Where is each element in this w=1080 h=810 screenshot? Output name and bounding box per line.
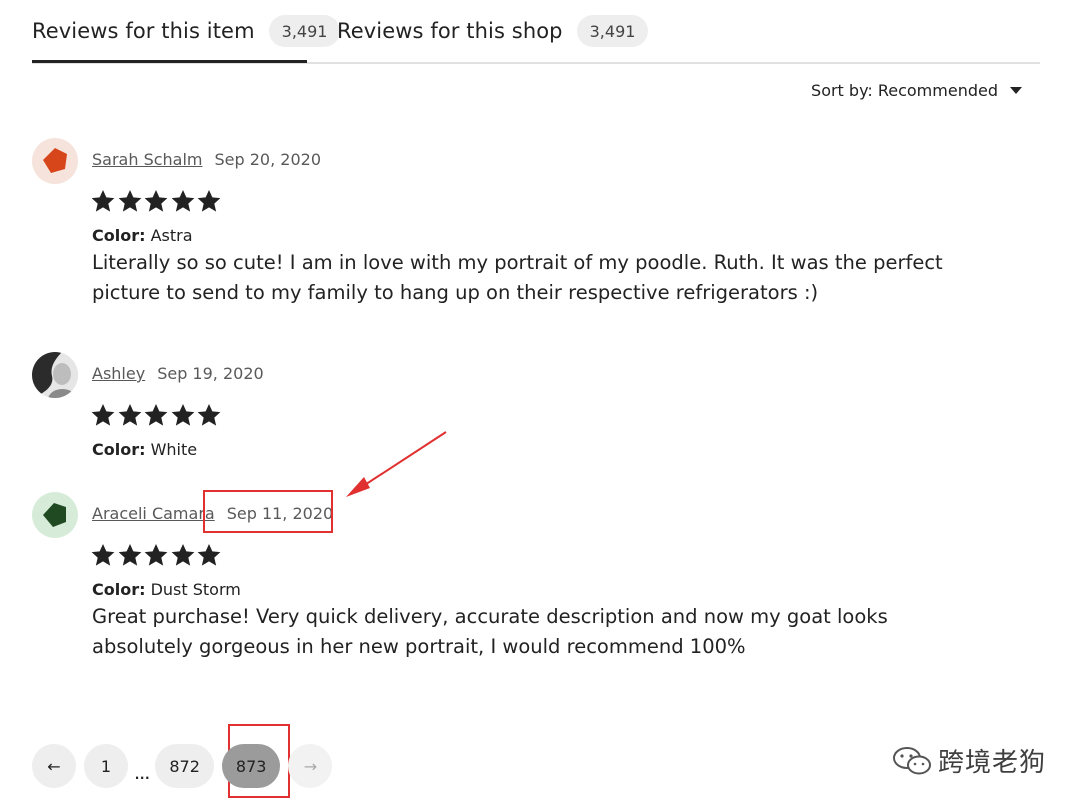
variation-color: Color: White (92, 440, 197, 459)
review-date: Sep 20, 2020 (214, 150, 322, 169)
star-rating (90, 402, 223, 428)
star-icon (91, 189, 115, 212)
color-label: Color: (92, 440, 146, 459)
review-item: Sarah Schalm Sep 20, 2020 Color: Astra L… (32, 138, 1012, 318)
user-photo-avatar-icon (32, 352, 78, 398)
page-button-872[interactable]: 872 (155, 744, 214, 788)
review-header: Ashley Sep 19, 2020 (92, 364, 264, 383)
color-value: Astra (150, 226, 193, 245)
next-page-button[interactable]: → (288, 744, 333, 788)
star-icon (144, 543, 168, 566)
tab-label: Reviews for this item (32, 19, 255, 43)
star-icon (171, 189, 194, 212)
tab-reviews-for-item[interactable]: Reviews for this item 3,491 (32, 14, 341, 48)
review-text: Literally so so cute! I am in love with … (92, 251, 943, 304)
avatar[interactable] (32, 352, 78, 398)
review-text: Great purchase! Very quick delivery, acc… (92, 605, 888, 658)
reviewer-name-link[interactable]: Sarah Schalm (92, 150, 203, 169)
sort-dropdown[interactable]: Sort by: Recommended (811, 78, 1022, 102)
star-icon (118, 189, 141, 212)
tab-label: Reviews for this shop (337, 19, 563, 43)
reviewer-name-link[interactable]: Ashley (92, 364, 145, 383)
star-icon (197, 543, 221, 566)
star-icon (197, 403, 221, 426)
pagination: ← 1 ... 872 873 → (32, 744, 340, 788)
star-icon (118, 403, 141, 426)
star-icon (144, 189, 168, 212)
star-icon (171, 403, 194, 426)
star-rating (90, 542, 223, 568)
color-label: Color: (92, 226, 146, 245)
review-count-badge: 3,491 (268, 15, 341, 47)
watermark-text: 跨境老狗 (938, 748, 1047, 778)
review-item: Araceli Camara Sep 11, 2020 Color: Dust … (32, 492, 1012, 672)
tab-reviews-for-shop[interactable]: Reviews for this shop 3,491 (337, 14, 649, 48)
highlight-box-date (203, 490, 333, 533)
caret-down-icon (1010, 86, 1022, 94)
pentagon-avatar-icon (43, 148, 67, 173)
review-date: Sep 19, 2020 (157, 364, 264, 383)
avatar[interactable] (32, 492, 78, 538)
color-value: Dust Storm (150, 580, 241, 599)
review-header: Sarah Schalm Sep 20, 2020 (92, 150, 321, 169)
pentagon-avatar-icon (43, 503, 66, 527)
avatar[interactable] (32, 138, 78, 184)
star-icon (118, 543, 141, 566)
star-icon (91, 543, 115, 566)
star-icon (144, 403, 168, 426)
color-label: Color: (92, 580, 146, 599)
wechat-watermark: 跨境老狗 (892, 742, 1046, 779)
variation-color: Color: Astra (92, 226, 193, 245)
sort-label: Sort by: Recommended (811, 80, 998, 100)
page-button-1[interactable]: 1 (84, 744, 128, 788)
prev-page-button[interactable]: ← (32, 744, 76, 788)
active-tab-indicator (32, 60, 307, 63)
star-icon (91, 403, 115, 426)
page-button-873-current[interactable]: 873 (221, 744, 281, 788)
wechat-icon (893, 746, 931, 774)
variation-color: Color: Dust Storm (92, 580, 241, 599)
star-rating (90, 188, 223, 214)
annotation-arrow-icon (346, 431, 447, 497)
pagination-ellipsis: ... (134, 759, 150, 784)
review-tabs: Reviews for this item 3,491 Reviews for … (32, 0, 1040, 64)
star-icon (171, 543, 194, 566)
review-count-badge: 3,491 (576, 15, 649, 47)
reviewer-name-link[interactable]: Araceli Camara (92, 504, 215, 523)
review-item: Ashley Sep 19, 2020 Color: White (32, 352, 1012, 472)
star-icon (197, 189, 221, 212)
color-value: White (150, 440, 198, 459)
